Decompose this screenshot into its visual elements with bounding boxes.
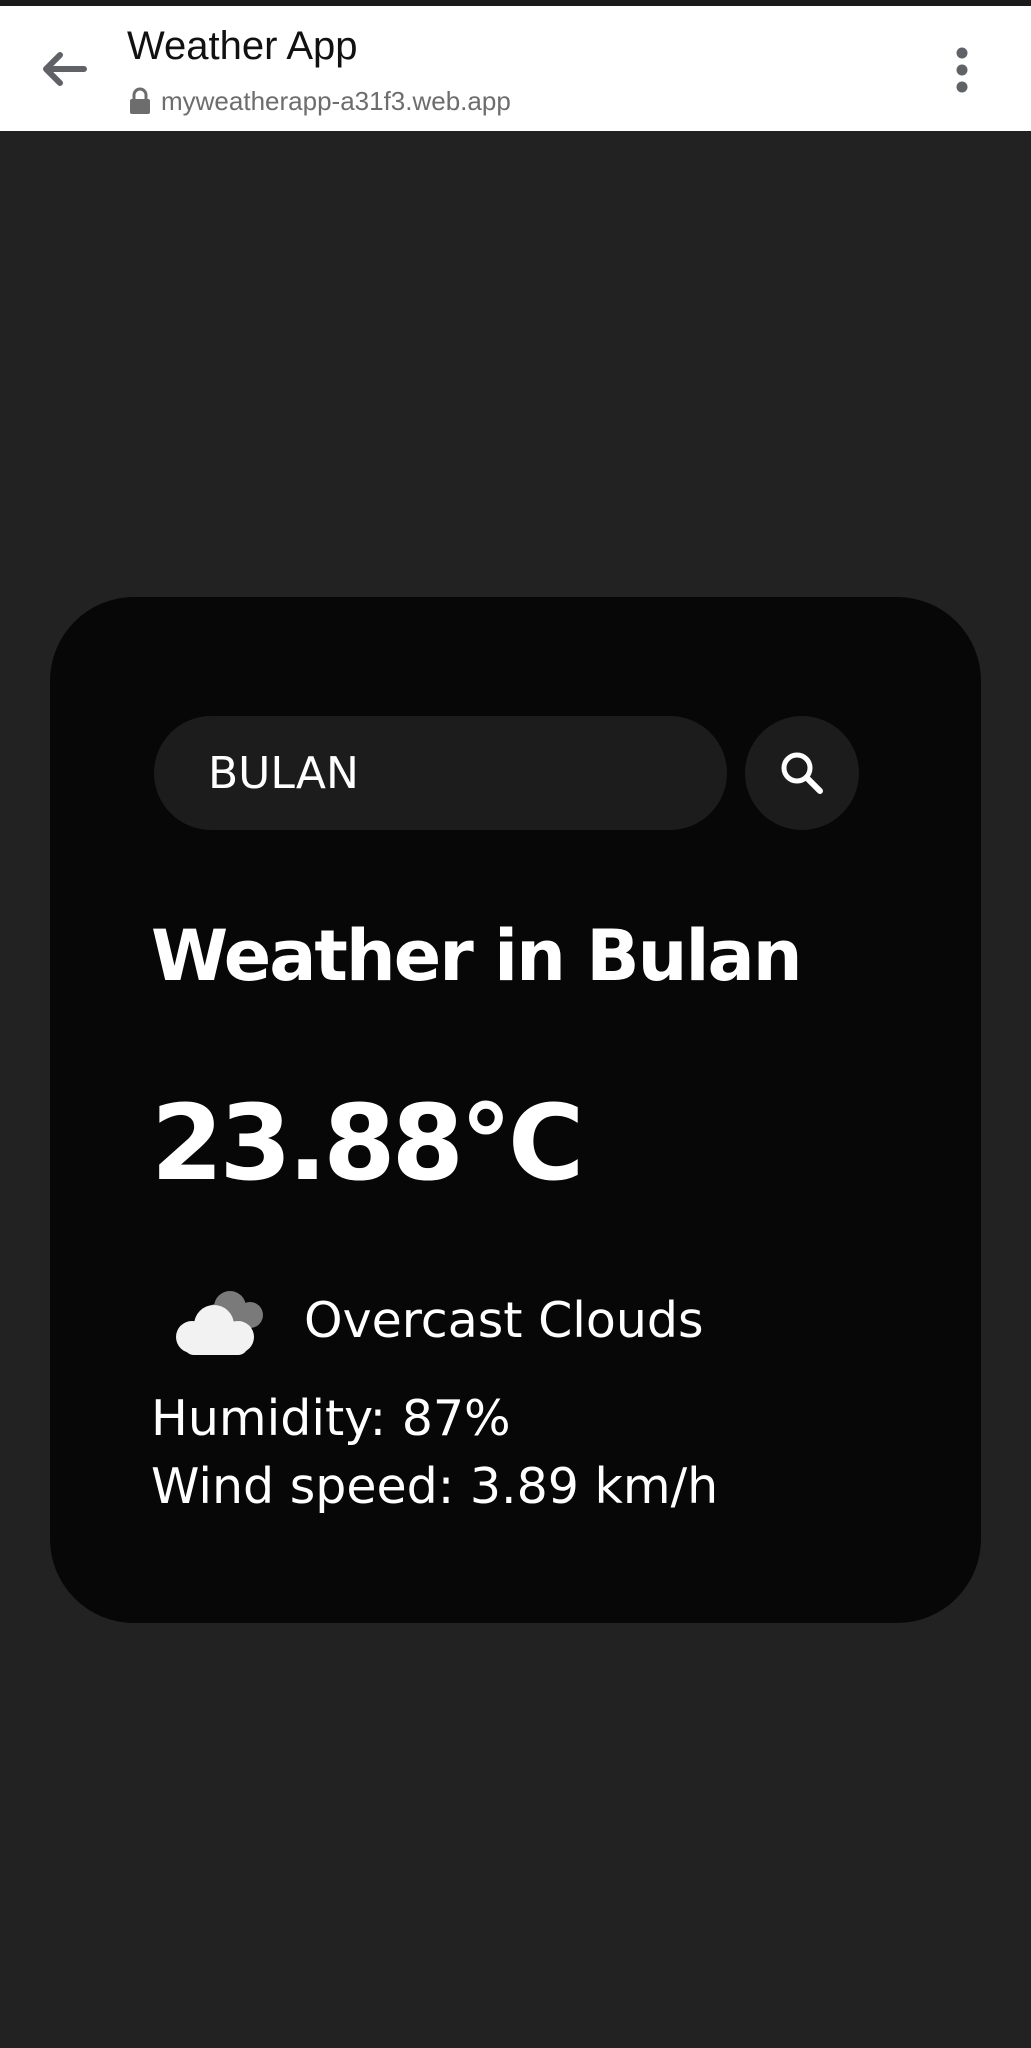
lock-icon: [130, 87, 150, 114]
city-search-input[interactable]: [208, 747, 688, 799]
search-button[interactable]: [745, 716, 859, 830]
weather-description: Overcast Clouds: [304, 1292, 704, 1349]
wind-speed-text: Wind speed: 3.89 km/h: [151, 1458, 719, 1515]
cloud-icon: [176, 1291, 263, 1355]
weather-location-title: Weather in Bulan: [151, 915, 803, 997]
browser-toolbar: Weather App myweatherapp-a31f3.web.app: [0, 6, 1031, 131]
humidity-text: Humidity: 87%: [151, 1390, 511, 1447]
arrow-left-icon: [43, 52, 87, 86]
temperature-value: 23.88°C: [151, 1082, 584, 1204]
url-text: myweatherapp-a31f3.web.app: [161, 85, 511, 116]
search-icon: [781, 752, 823, 794]
url-bar[interactable]: myweatherapp-a31f3.web.app: [129, 84, 511, 118]
page-title: Weather App: [127, 24, 358, 68]
back-button[interactable]: [30, 36, 96, 102]
overflow-menu-button[interactable]: [930, 38, 994, 102]
more-vertical-icon: [956, 47, 968, 93]
city-search-field[interactable]: [154, 716, 727, 830]
